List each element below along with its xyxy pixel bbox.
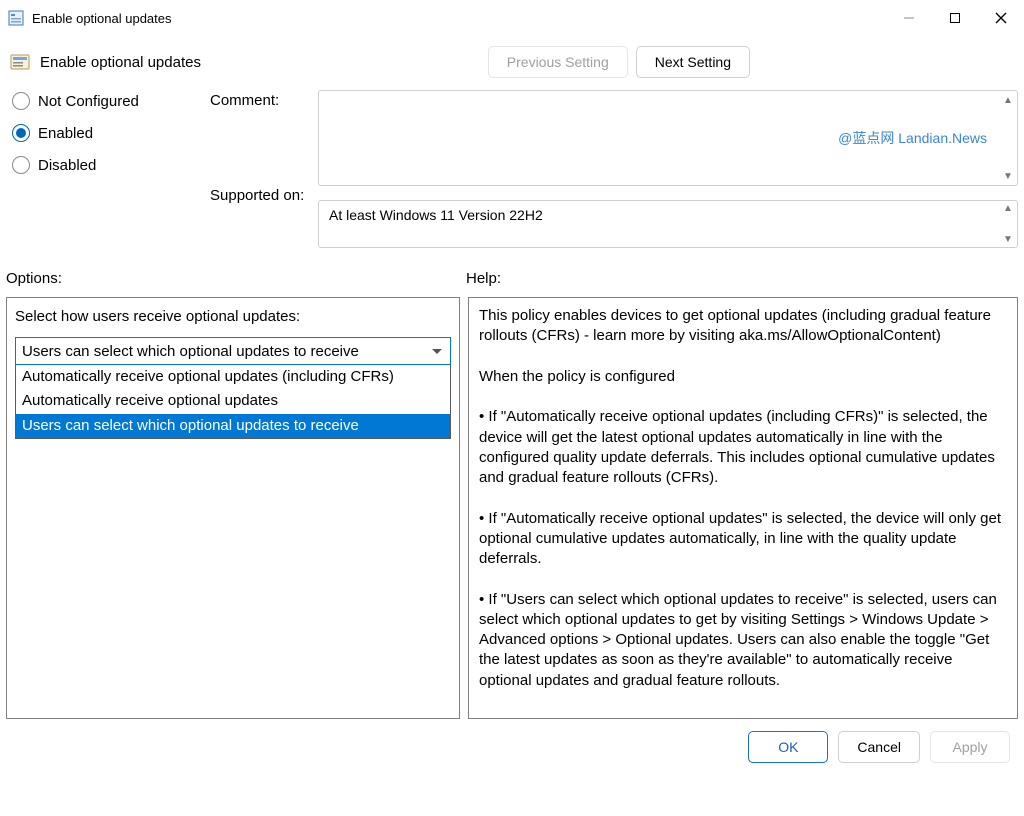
help-panel: This policy enables devices to get optio…: [468, 297, 1018, 719]
policy-title: Enable optional updates: [40, 54, 201, 71]
apply-button: Apply: [930, 731, 1010, 763]
supported-on-text: At least Windows 11 Version 22H2: [329, 207, 543, 223]
supported-on-field: ▲ At least Windows 11 Version 22H2 ▼: [318, 200, 1018, 248]
window-controls: [886, 0, 1024, 36]
comment-label: Comment:: [210, 92, 310, 109]
minimize-button[interactable]: [886, 0, 932, 36]
optional-updates-combo[interactable]: Users can select which optional updates …: [15, 337, 451, 439]
options-section-label: Options:: [6, 270, 466, 287]
combo-option[interactable]: Automatically receive optional updates (…: [16, 365, 450, 389]
radio-disabled[interactable]: Disabled: [12, 156, 202, 174]
scroll-down-icon[interactable]: ▼: [1001, 169, 1015, 183]
scroll-up-icon[interactable]: ▲: [1001, 93, 1015, 107]
app-icon: [8, 10, 24, 26]
radio-icon: [12, 92, 30, 110]
radio-icon: [12, 124, 30, 142]
radio-not-configured[interactable]: Not Configured: [12, 92, 202, 110]
dialog-footer: OK Cancel Apply: [0, 719, 1024, 769]
option-prompt: Select how users receive optional update…: [15, 308, 451, 325]
comment-textarea[interactable]: ▲ @蓝点网 Landian.News ▼: [318, 90, 1018, 186]
previous-setting-button: Previous Setting: [488, 46, 628, 78]
combo-option[interactable]: Users can select which optional updates …: [16, 414, 450, 438]
cancel-button[interactable]: Cancel: [838, 731, 920, 763]
radio-enabled[interactable]: Enabled: [12, 124, 202, 142]
next-setting-button[interactable]: Next Setting: [636, 46, 750, 78]
titlebar: Enable optional updates: [0, 0, 1024, 36]
supported-on-label: Supported on:: [210, 187, 310, 204]
radio-label: Enabled: [38, 125, 93, 142]
combo-option[interactable]: Automatically receive optional updates: [16, 389, 450, 413]
scroll-up-icon[interactable]: ▲: [1001, 203, 1015, 214]
header-row: Enable optional updates Previous Setting…: [0, 36, 1024, 90]
help-text: This policy enables devices to get optio…: [479, 306, 1007, 691]
maximize-button[interactable]: [932, 0, 978, 36]
policy-icon: [10, 52, 30, 72]
options-panel: Select how users receive optional update…: [6, 297, 460, 719]
combo-dropdown: Automatically receive optional updates (…: [15, 365, 451, 439]
close-button[interactable]: [978, 0, 1024, 36]
combo-selected[interactable]: Users can select which optional updates …: [15, 337, 451, 365]
help-section-label: Help:: [466, 270, 1018, 287]
ok-button[interactable]: OK: [748, 731, 828, 763]
window-title: Enable optional updates: [32, 11, 886, 26]
watermark-text: @蓝点网 Landian.News: [838, 128, 987, 148]
radio-icon: [12, 156, 30, 174]
state-radio-group: Not Configured Enabled Disabled: [12, 90, 202, 174]
scroll-down-icon[interactable]: ▼: [1001, 234, 1015, 245]
radio-label: Disabled: [38, 157, 96, 174]
radio-label: Not Configured: [38, 93, 139, 110]
